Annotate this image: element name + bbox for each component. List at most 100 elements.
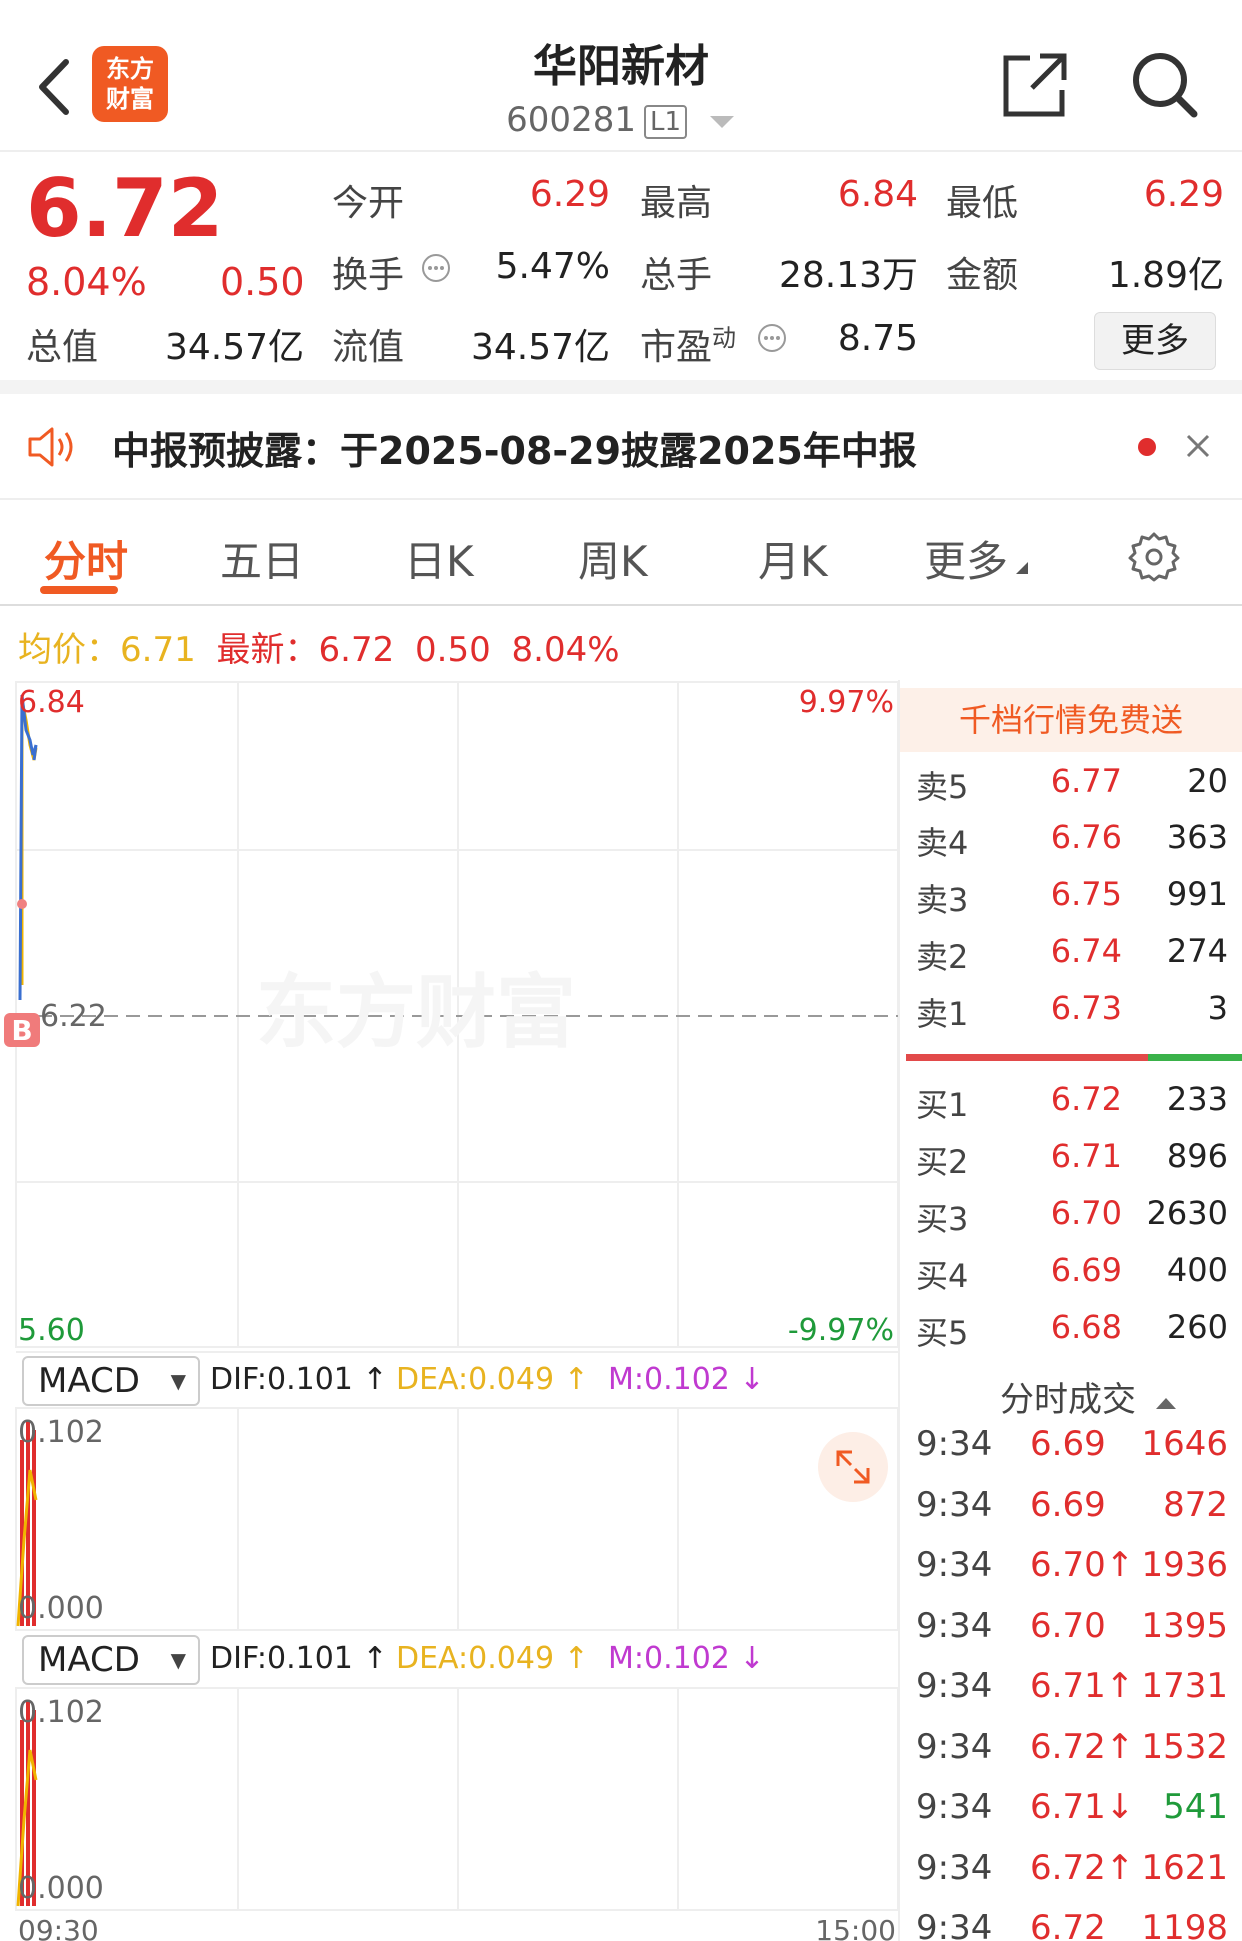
trade-time: 9:34 — [916, 1787, 993, 1827]
avg-price-line — [20, 699, 38, 985]
tab-weekly-k[interactable]: 周K — [578, 528, 648, 589]
info-icon[interactable] — [420, 252, 452, 284]
macd-dea: DEA:0.049 ↑ — [396, 1641, 589, 1676]
avg-value: 6.71 — [120, 630, 196, 670]
watermark: 东方财富 — [256, 966, 576, 1059]
chevron-down-icon — [709, 115, 734, 128]
pe-label: 市盈动 — [640, 318, 736, 370]
bid-volume: 260 — [1166, 1308, 1228, 1346]
search-icon[interactable] — [1128, 48, 1200, 120]
trade-volume: 1621 — [1141, 1847, 1228, 1888]
price-info-line: 均价：6.71 最新：6.72 0.50 8.04% — [18, 622, 620, 671]
trade-time: 9:34 — [916, 1545, 993, 1585]
tab-underline — [40, 586, 118, 594]
bid-row-1: 买1 6.72 233 — [912, 1074, 1232, 1130]
share-icon[interactable] — [1000, 50, 1070, 120]
latest-change: 0.50 — [415, 630, 491, 670]
amount-value: 1.89亿 — [1107, 255, 1224, 296]
bid-volume: 2630 — [1146, 1194, 1228, 1232]
tab-intraday[interactable]: 分时 — [44, 528, 128, 589]
tab-monthly-k[interactable]: 月K — [758, 528, 828, 589]
bid-label: 买1 — [916, 1086, 969, 1124]
trade-volume: 1936 — [1141, 1545, 1228, 1585]
trade-time: 9:34 — [916, 1605, 993, 1646]
mktcap-value: 34.57亿 — [164, 327, 304, 368]
ask-label: 卖2 — [916, 938, 969, 976]
low-label: 最低 — [946, 183, 1019, 224]
ask-label: 卖1 — [916, 995, 969, 1033]
corner-arrow-icon — [1016, 562, 1029, 574]
bid-label: 买2 — [916, 1143, 969, 1181]
free-level2-banner[interactable]: 千档行情免费送 — [900, 688, 1242, 752]
ask-row-2: 卖2 6.74 274 — [912, 926, 1232, 982]
ask-volume: 274 — [1166, 932, 1228, 970]
change-percent: 8.04% — [26, 260, 147, 304]
trade-time: 9:34 — [916, 1726, 993, 1767]
pe-value: 8.75 — [837, 318, 918, 359]
turnover-label: 换手 — [332, 255, 405, 296]
more-button[interactable]: 更多 — [1094, 312, 1216, 370]
tab-five-day[interactable]: 五日 — [220, 528, 304, 589]
quote-panel: 6.72 8.04% 0.50 今开 6.29 最高 6.84 最低 6.29 … — [0, 152, 1242, 394]
expand-button[interactable] — [818, 1432, 888, 1502]
trade-row: 9:34 6.71↓ 541 — [912, 1779, 1232, 1839]
macd-m: M:0.102 ↓ — [608, 1641, 765, 1676]
caret-down-icon: ▼ — [170, 1648, 186, 1672]
ask-label: 卖3 — [916, 881, 969, 919]
macd-dif: DIF:0.101 ↑ — [210, 1641, 388, 1676]
expand-icon — [836, 1450, 870, 1484]
bid-volume: 896 — [1166, 1137, 1228, 1175]
macd-selector-label: MACD — [38, 1361, 140, 1401]
speaker-icon — [28, 427, 73, 467]
ask-row-3: 卖3 6.75 991 — [912, 869, 1232, 925]
open-value: 6.29 — [529, 174, 610, 215]
trade-volume: 872 — [1163, 1484, 1228, 1525]
ask-price: 6.76 — [1050, 818, 1122, 856]
macd-top-label: 0.102 — [18, 1415, 104, 1450]
close-icon[interactable] — [1184, 432, 1212, 460]
macd-selector[interactable]: MACD ▼ — [22, 1356, 200, 1406]
ask-row-5: 卖5 6.77 20 — [912, 756, 1232, 812]
chart-tabs: 分时 五日 日K 周K 月K 更多 — [0, 500, 1242, 606]
high-value: 6.84 — [837, 174, 918, 215]
bid-price: 6.70 — [1050, 1194, 1122, 1232]
bid-row-3: 买3 6.70 2630 — [912, 1188, 1232, 1244]
bid-label: 买5 — [916, 1314, 969, 1352]
gear-icon[interactable] — [1128, 530, 1180, 582]
volume-label: 总手 — [640, 255, 713, 296]
x-label-start: 09:30 — [18, 1914, 99, 1941]
trade-time: 9:34 — [916, 1908, 993, 1941]
open-label: 今开 — [332, 183, 405, 224]
bid-volume: 400 — [1166, 1251, 1228, 1289]
macd-bottom-label: 0.000 — [18, 1591, 104, 1626]
macd-selector-label: MACD — [38, 1640, 140, 1680]
bid-volume: 233 — [1166, 1080, 1228, 1118]
notice-bar[interactable]: 中报预披露：于2025-08-29披露2025年中报 — [0, 394, 1242, 500]
info-icon[interactable] — [756, 322, 788, 354]
price-dot — [17, 899, 27, 909]
tab-daily-k[interactable]: 日K — [404, 528, 474, 589]
ask-label: 卖5 — [916, 768, 969, 806]
macd-top-label: 0.102 — [18, 1695, 104, 1730]
trade-row: 9:34 6.72 1198 — [912, 1900, 1232, 1941]
pct-label-top: 9.97% — [799, 685, 894, 720]
ask-row-1: 卖1 6.73 3 — [912, 983, 1232, 1039]
trade-time: 9:34 — [916, 1847, 993, 1888]
bid-row-2: 买2 6.71 896 — [912, 1131, 1232, 1187]
trades-title[interactable]: 分时成交 — [1000, 1372, 1178, 1421]
bid-label: 买3 — [916, 1200, 969, 1238]
intraday-chart[interactable]: 东方财富 6.84 6.22 5.60 9.97% -9.97% B 0.102… — [0, 680, 900, 1941]
tab-more[interactable]: 更多 — [924, 528, 1030, 589]
macd-selector[interactable]: MACD ▼ — [22, 1635, 200, 1685]
pct-label-bottom: -9.97% — [788, 1313, 894, 1348]
trade-row: 9:34 6.72↑ 1621 — [912, 1840, 1232, 1900]
bid-row-4: 买4 6.69 400 — [912, 1245, 1232, 1301]
y-label-top: 6.84 — [18, 685, 85, 720]
bid-price: 6.72 — [1050, 1080, 1122, 1118]
x-label-end: 15:00 — [815, 1914, 896, 1941]
low-value: 6.29 — [1143, 174, 1224, 215]
latest-value: 6.72 — [318, 630, 395, 670]
macd-dea: DEA:0.049 ↑ — [396, 1362, 589, 1397]
notice-text: 中报预披露：于2025-08-29披露2025年中报 — [112, 429, 917, 473]
mktcap-label: 总值 — [26, 327, 99, 368]
